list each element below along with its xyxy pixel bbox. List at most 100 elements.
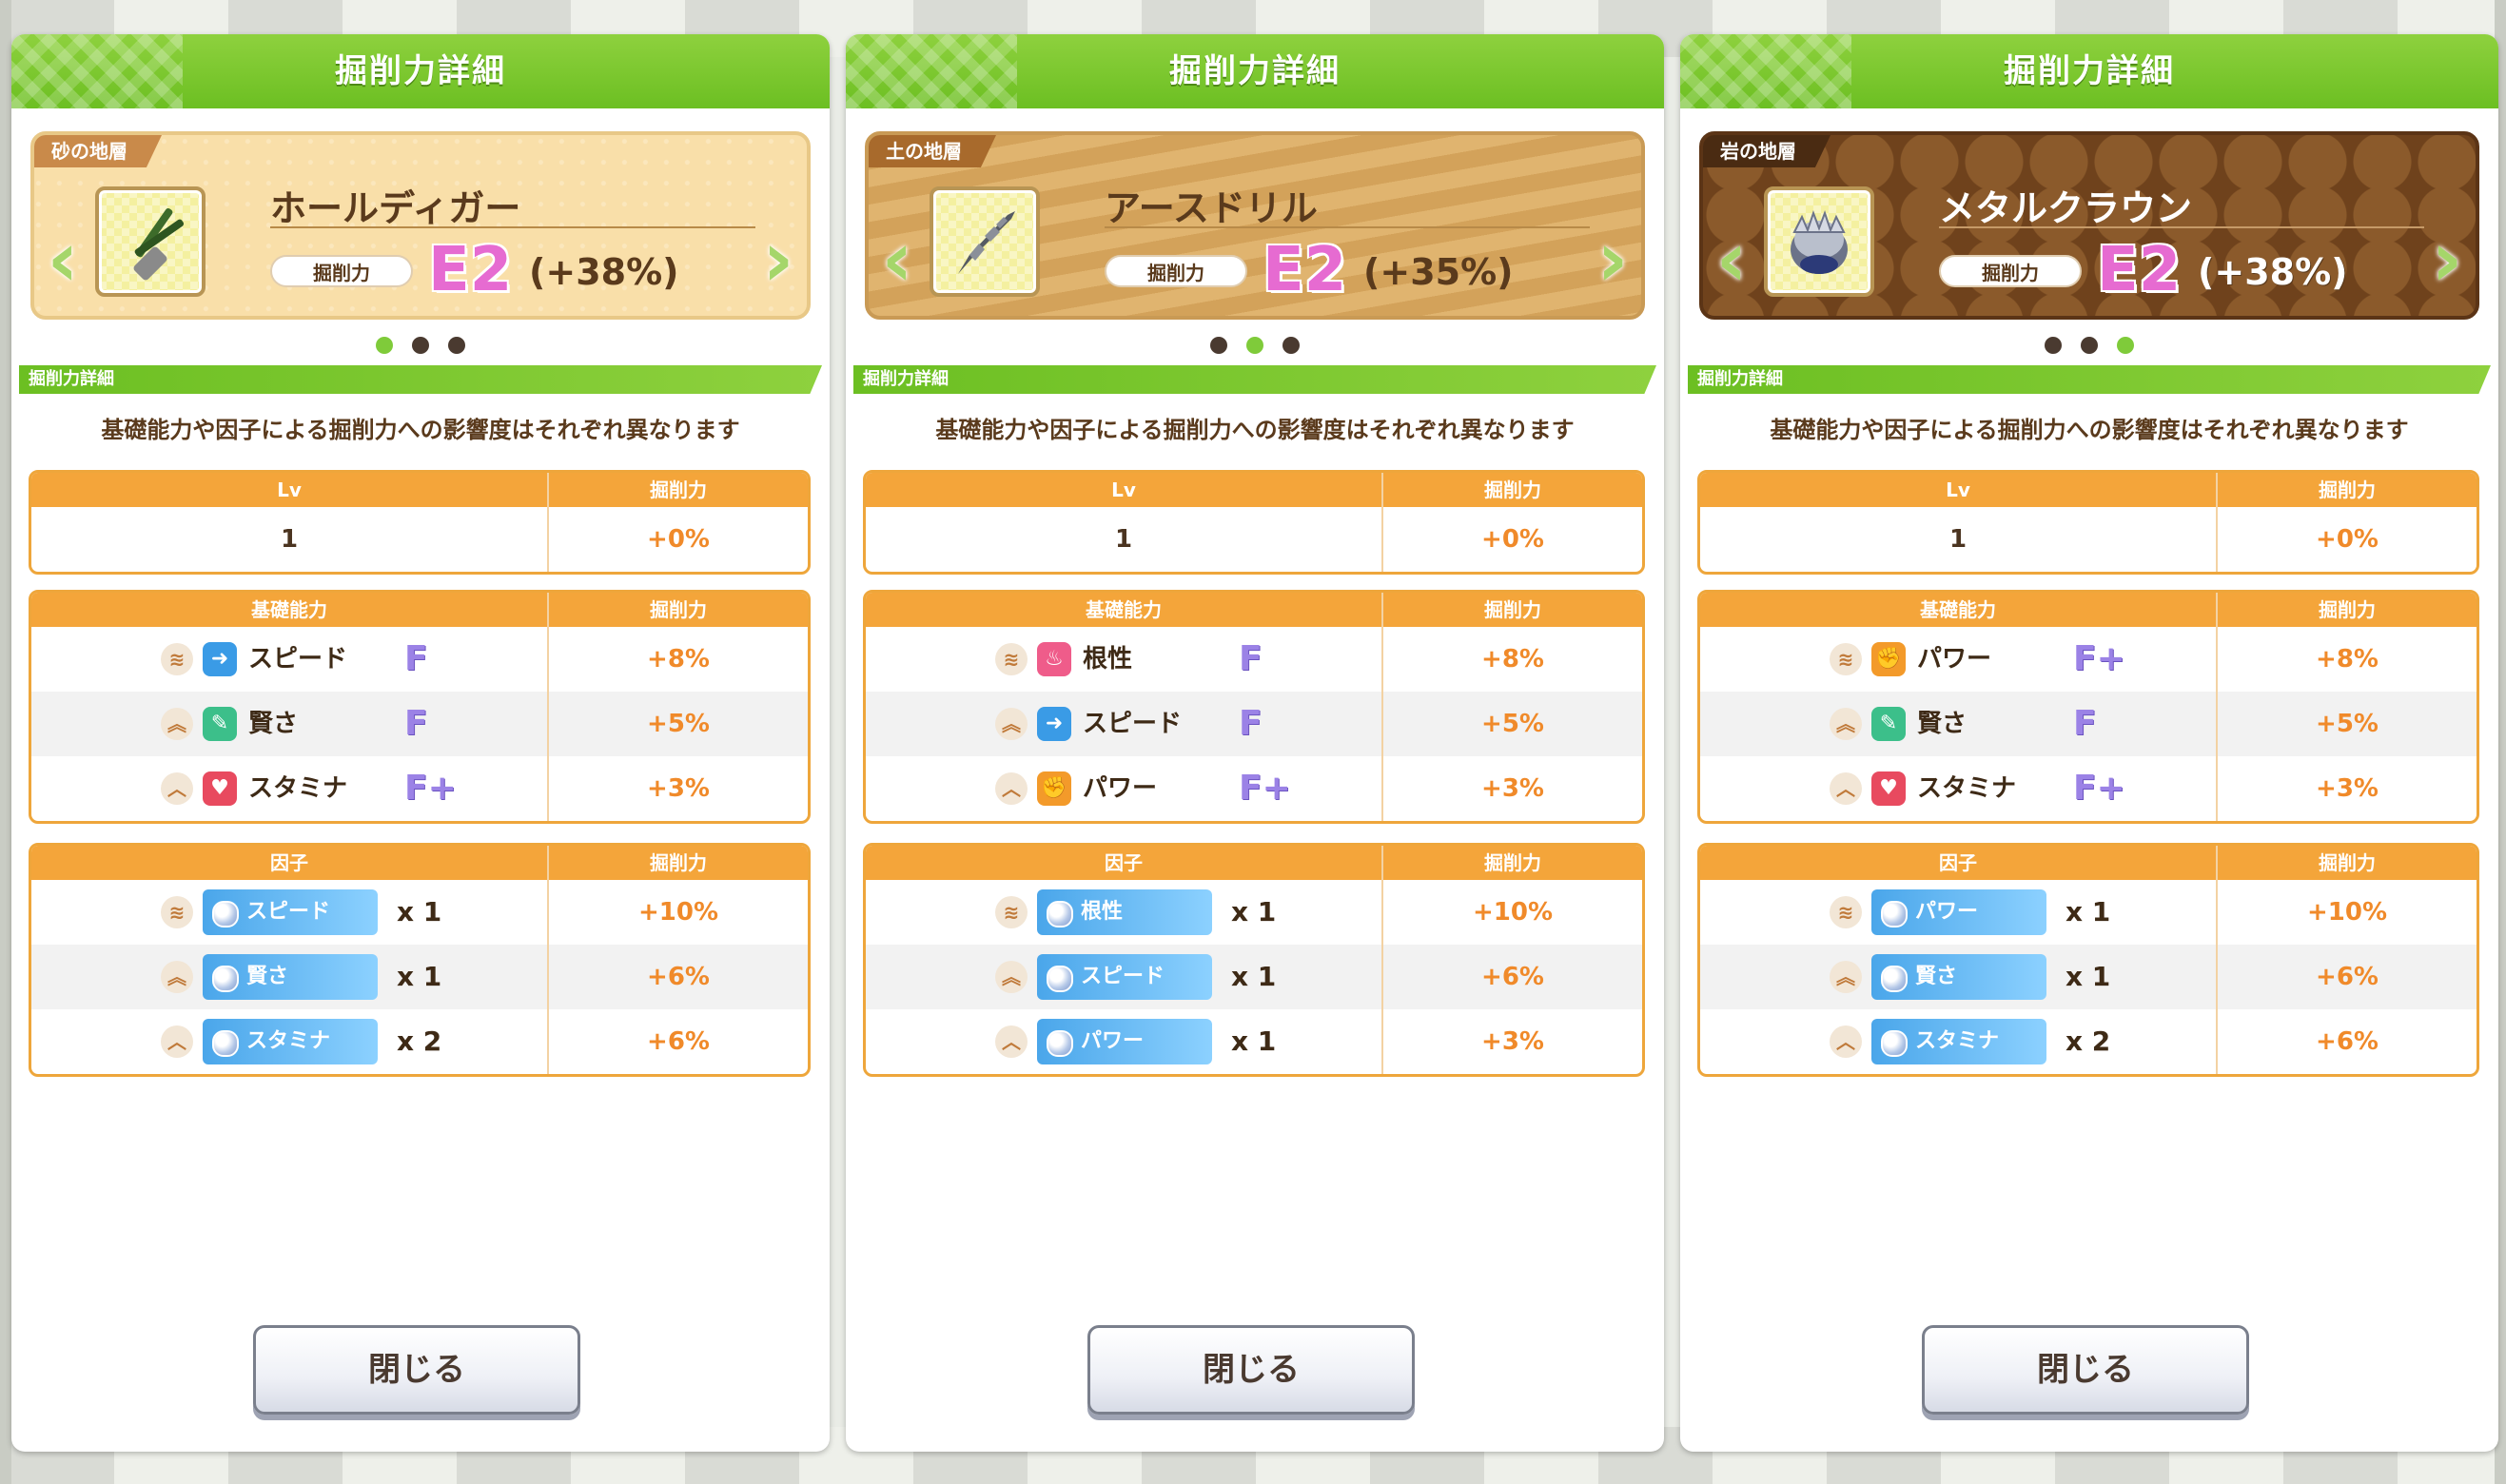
- table-row: ︿ スタミナ x 2 +6%: [31, 1009, 808, 1074]
- description: 基礎能力や因子による掘削力への影響度はそれぞれ異なります: [935, 417, 1575, 443]
- close-button[interactable]: 閉じる: [253, 1325, 580, 1415]
- factor-count: x 1: [397, 896, 442, 928]
- section: 掘削力詳細 基礎能力や因子による掘削力への影響度はそれぞれ異なります: [1680, 365, 2498, 443]
- factor-count: x 2: [397, 1025, 442, 1057]
- power-value: +10%: [2306, 898, 2388, 927]
- stat-name: スタミナ: [248, 774, 348, 803]
- page-dot[interactable]: [1246, 337, 1263, 354]
- header-cell: 因子: [31, 846, 549, 880]
- page-dots: [1680, 337, 2498, 358]
- stat-cell: ︽ ✎ 賢さ F: [31, 692, 549, 756]
- panel-header: 掘削力詳細: [846, 34, 1664, 108]
- factor-cell: ≋ パワー x 1: [1700, 880, 2218, 945]
- factor-cell: ︿ スタミナ x 2: [31, 1009, 549, 1074]
- power-value: +5%: [647, 710, 710, 738]
- stat-name: 根性: [1083, 645, 1133, 674]
- description: 基礎能力や因子による掘削力への影響度はそれぞれ異なります: [101, 417, 740, 443]
- tool-area: 砂の地層 ホールディガー 掘削力 E2 (+38%) ‹ ›: [11, 108, 830, 365]
- section-bar: 掘削力詳細: [853, 365, 1656, 394]
- stat-name: パワー: [1917, 645, 1992, 674]
- tool-card: 土の地層 アースドリル 掘削力 E2 (+35%) ‹ ›: [865, 131, 1645, 320]
- lv-table: Lv 掘削力 1 +0%: [1697, 470, 2479, 575]
- page-dot[interactable]: [2117, 337, 2134, 354]
- stat-cell: ︿ ✊ パワー F+: [866, 756, 1383, 821]
- prev-arrow-icon[interactable]: ‹: [42, 222, 84, 303]
- grade-badge: F: [404, 639, 428, 678]
- header-cell: 掘削力: [2319, 851, 2376, 874]
- influence-level-icon: ︽: [1830, 708, 1862, 740]
- header-cell: 掘削力: [1484, 851, 1541, 874]
- close-button[interactable]: 閉じる: [1087, 1325, 1415, 1415]
- table-row: ≋ 根性 x 1 +10%: [866, 880, 1642, 945]
- grade-badge: F+: [404, 769, 457, 808]
- page-dot[interactable]: [1210, 337, 1227, 354]
- panel-title: 掘削力詳細: [1169, 52, 1341, 90]
- grade-badge: F: [1239, 704, 1263, 743]
- stat-cell: ︿ ♥ スタミナ F+: [31, 756, 549, 821]
- rank-badge: E2: [1263, 235, 1347, 305]
- stat-name: スピード: [248, 645, 348, 674]
- stat-name: スタミナ: [1917, 774, 2017, 803]
- page-dot[interactable]: [2045, 337, 2062, 354]
- header-cell: 掘削力: [650, 851, 707, 874]
- panel-header: 掘削力詳細: [11, 34, 830, 108]
- grade-badge: F+: [2073, 639, 2125, 678]
- influence-level-icon: ≋: [161, 643, 193, 675]
- next-arrow-icon[interactable]: ›: [1592, 222, 1634, 303]
- table-row: ︿ パワー x 1 +3%: [866, 1009, 1642, 1074]
- section-bar: 掘削力詳細: [19, 365, 822, 394]
- influence-level-icon: ︽: [995, 961, 1028, 993]
- influence-level-icon: ≋: [995, 643, 1028, 675]
- next-arrow-icon[interactable]: ›: [757, 222, 799, 303]
- header-cell: 因子: [1700, 846, 2218, 880]
- tool-icon: [95, 186, 206, 297]
- stat-cell: ︿ ♥ スタミナ F+: [1700, 756, 2218, 821]
- rank-badge: E2: [2097, 235, 2182, 305]
- panel-header: 掘削力詳細: [1680, 34, 2498, 108]
- prev-arrow-icon[interactable]: ‹: [876, 222, 918, 303]
- section-title: 掘削力詳細: [29, 369, 114, 389]
- tool-icon: [930, 186, 1040, 297]
- page-dot[interactable]: [1282, 337, 1300, 354]
- section: 掘削力詳細基礎能力や因子による掘削力への影響度はそれぞれ異なります: [11, 365, 830, 443]
- graduation-cap-icon: ✎: [1871, 707, 1906, 741]
- table-row: ︿ ♥ スタミナ F+ +3%: [1700, 756, 2477, 821]
- stat-name: パワー: [1083, 774, 1158, 803]
- page-dot[interactable]: [376, 337, 393, 354]
- page-dots: [11, 337, 830, 358]
- stat-cell: ≋ ♨ 根性 F: [866, 627, 1383, 692]
- factor-chip: スピード: [203, 889, 378, 935]
- header-cell: 因子: [866, 846, 1383, 880]
- page-dot[interactable]: [448, 337, 465, 354]
- header-cell: 掘削力: [650, 598, 707, 621]
- page-dot[interactable]: [2081, 337, 2098, 354]
- section-title: 掘削力詳細: [1697, 369, 1783, 389]
- grade-badge: F: [2073, 704, 2097, 743]
- table-header: 因子 掘削力: [31, 846, 808, 880]
- heart-icon: ♥: [1871, 771, 1906, 806]
- power-value: +3%: [2316, 774, 2379, 803]
- factor-table: 因子 掘削力 ≋ 根性 x 1 +10% ︽ スピード x 1 +6% ︿ パワー x 1 +3%: [863, 843, 1645, 1077]
- influence-level-icon: ︿: [1830, 772, 1862, 805]
- page-dot[interactable]: [412, 337, 429, 354]
- stat-cell: ︽ ➜ スピード F: [866, 692, 1383, 756]
- header-cell: 基礎能力: [31, 593, 549, 627]
- table-row: 1 +0%: [31, 507, 808, 572]
- close-button[interactable]: 閉じる: [1922, 1325, 2249, 1415]
- grade-badge: F+: [2073, 769, 2125, 808]
- header-cell: 基礎能力: [1700, 593, 2218, 627]
- table-row: ︽ 賢さ x 1 +6%: [1700, 945, 2477, 1009]
- section-title: 掘削力詳細: [863, 369, 949, 389]
- next-arrow-icon[interactable]: ›: [2426, 222, 2468, 303]
- excavation-detail-panel: 掘削力詳細 砂の地層 ホールディガー 掘削力 E2 (+38%) ‹ › 掘削力詳細 基礎能力や因…: [11, 34, 830, 1452]
- table-row: ≋ パワー x 1 +10%: [1700, 880, 2477, 945]
- table-header: 基礎能力 掘削力: [866, 593, 1642, 627]
- tool-area: 土の地層 アースドリル 掘削力 E2 (+35%) ‹ ›: [846, 108, 1664, 365]
- power-value: +5%: [1481, 710, 1544, 738]
- graduation-cap-icon: ✎: [203, 707, 237, 741]
- prev-arrow-icon[interactable]: ‹: [1711, 222, 1752, 303]
- stat-name: 賢さ: [1917, 710, 1968, 738]
- table-header: Lv 掘削力: [1700, 473, 2477, 507]
- table-row: ︿ スタミナ x 2 +6%: [1700, 1009, 2477, 1074]
- factor-chip: スピード: [1037, 954, 1212, 1000]
